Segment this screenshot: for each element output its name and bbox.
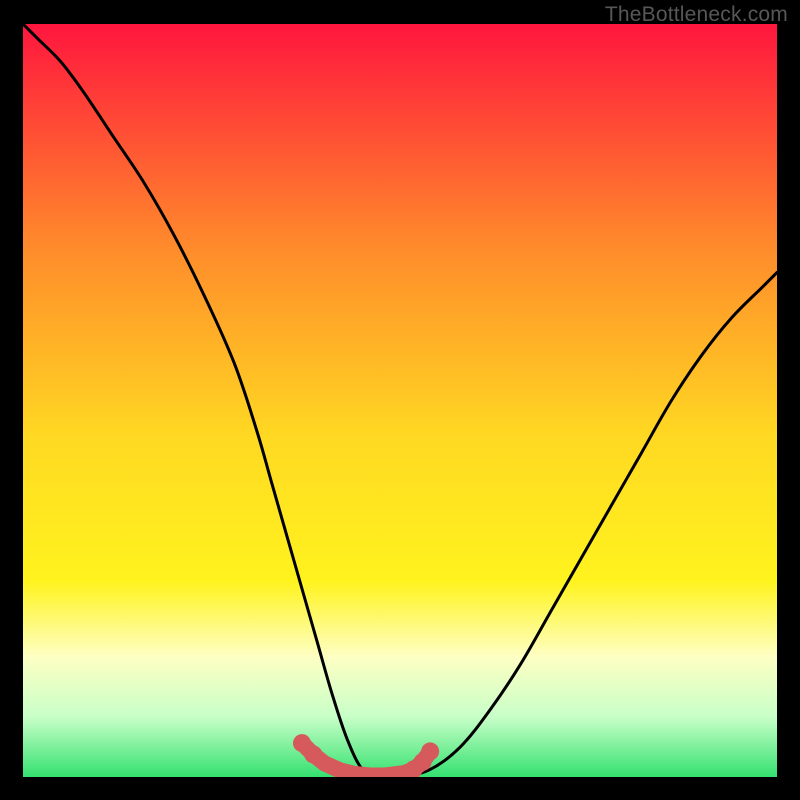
chart-frame: TheBottleneck.com bbox=[0, 0, 800, 800]
optimal-marker-dot bbox=[304, 745, 322, 763]
gradient-background bbox=[23, 24, 777, 777]
bottleneck-chart bbox=[23, 24, 777, 777]
plot-area bbox=[23, 24, 777, 777]
optimal-marker-dot bbox=[421, 742, 439, 760]
